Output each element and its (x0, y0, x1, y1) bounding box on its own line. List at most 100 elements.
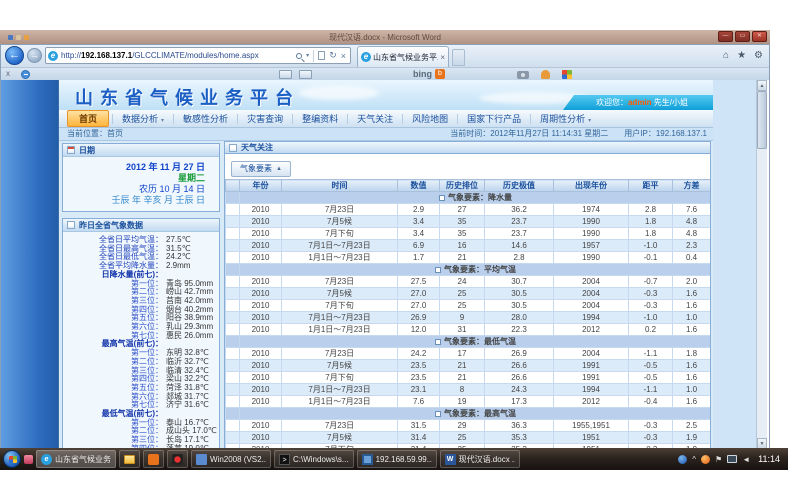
weather-stats-body: 全省日平均气温：27.5℃全省日最高气温：31.5℃全省日最低气温：24.2℃全… (63, 232, 219, 449)
card-icon[interactable] (279, 70, 292, 79)
expand-cell (226, 396, 240, 408)
circle-dash-icon[interactable] (21, 70, 30, 79)
cell: 2010 (240, 324, 282, 336)
tray-expand-icon[interactable]: ^ (692, 455, 696, 464)
pinned-app-icon[interactable] (24, 455, 33, 464)
tray-blue-icon[interactable] (678, 455, 687, 464)
taskbar-button-rdp[interactable]: 192.168.59.99... (357, 450, 437, 468)
group-expand-cell (226, 192, 240, 204)
system-tray: ^ ⚑ ◄ 11:14 (678, 454, 780, 464)
search-icon[interactable] (296, 53, 302, 59)
nav-item-8[interactable]: 周期性分析▾ (531, 112, 600, 125)
data-icon (67, 221, 75, 229)
forward-button[interactable]: → (27, 48, 42, 63)
favorites-star-icon[interactable]: ★ (737, 49, 746, 63)
column-header-0: 年份 (240, 180, 282, 192)
column-header-1: 时间 (282, 180, 398, 192)
group-row[interactable]: 气象要素：最高气温 (226, 408, 711, 420)
apps-grid-icon[interactable] (562, 70, 572, 79)
scroll-up-icon[interactable]: ▲ (757, 80, 767, 91)
firefox-icon[interactable] (701, 455, 710, 464)
group-row[interactable]: 气象要素：平均气温 (226, 264, 711, 276)
group-row[interactable]: 气象要素：最低气温 (226, 336, 711, 348)
nav-item-0[interactable]: 首页 (67, 110, 109, 127)
address-bar[interactable]: e http://192.168.137.1/GLCCLIMATE/module… (45, 47, 351, 64)
gregorian-date: 2012 年 11 月 27 日 (67, 162, 205, 173)
url-text[interactable]: http://192.168.137.1/GLCCLIMATE/modules/… (61, 51, 294, 60)
stop-icon[interactable]: × (341, 51, 346, 61)
cell: 1.0 (673, 384, 711, 396)
new-tab-button[interactable] (452, 49, 465, 66)
calendar-panel-header: 日期 (63, 144, 219, 157)
home-icon[interactable]: ⌂ (723, 49, 729, 63)
people-icon[interactable] (541, 70, 550, 79)
taskbar-button-media[interactable] (167, 450, 188, 468)
tab-close-icon[interactable]: × (440, 53, 445, 62)
taskbar-button-orange[interactable] (143, 450, 164, 468)
volume-icon[interactable]: ◄ (742, 455, 750, 464)
vertical-scrollbar[interactable]: ▲ ▼ (756, 80, 767, 449)
cell: 35 (440, 216, 485, 228)
cell: 26.9 (398, 312, 440, 324)
toolbar-close-icon[interactable]: x (6, 69, 10, 78)
scrollbar-thumb[interactable] (757, 91, 767, 149)
cell: 2012 (554, 324, 629, 336)
tools-gear-icon[interactable]: ⚙ (754, 49, 763, 63)
back-button[interactable]: ← (5, 46, 24, 65)
group-label-cell: 气象要素：平均气温 (240, 264, 711, 276)
expand-cell (226, 348, 240, 360)
cell: 8 (440, 384, 485, 396)
taskbar-button-win[interactable]: Win2008 (VS2... (191, 450, 271, 468)
weather-table: 年份时间数值历史排位历史极值出现年份距平方差 气象要素：降水量20107月23日… (225, 179, 711, 449)
start-button[interactable] (3, 450, 21, 468)
cell: 6.9 (398, 240, 440, 252)
cell: 7月下旬 (282, 372, 398, 384)
mail-icon[interactable] (299, 70, 312, 79)
expand-icon[interactable] (439, 195, 445, 201)
nav-item-5[interactable]: 天气关注 (348, 112, 402, 125)
table-row: 20107月1日～7月23日26.9928.01994-1.01.0 (226, 312, 711, 324)
taskbar-button-word[interactable]: W现代汉语.docx ... (440, 450, 520, 468)
taskbar-button-folder[interactable] (119, 450, 140, 468)
cell: 2.3 (673, 240, 711, 252)
chevron-down-icon[interactable]: ▾ (306, 52, 309, 59)
cell: 4.8 (673, 216, 711, 228)
nav-item-1[interactable]: 数据分析▾ (113, 112, 173, 125)
element-filter-button[interactable]: 气象要素 ▲ (231, 161, 291, 177)
cell: 23.5 (398, 372, 440, 384)
table-row: 20107月23日2.92736.219742.87.6 (226, 204, 711, 216)
nav-item-3[interactable]: 灾害查询 (238, 112, 292, 125)
nav-item-2[interactable]: 敏感性分析 (174, 112, 237, 125)
network-icon[interactable] (727, 455, 737, 463)
cell: -0.3 (629, 420, 673, 432)
taskbar-clock[interactable]: 11:14 (758, 454, 780, 464)
close-icon[interactable]: ✕ (752, 31, 767, 42)
group-expand-cell (226, 336, 240, 348)
bing-logo[interactable]: bing b (413, 69, 445, 79)
expand-icon[interactable] (435, 267, 441, 273)
nav-item-4[interactable]: 整编资料 (293, 112, 347, 125)
expand-icon[interactable] (435, 411, 441, 417)
expand-icon[interactable] (435, 339, 441, 345)
refresh-icon[interactable]: ↻ (329, 50, 337, 61)
camera-icon[interactable] (517, 71, 529, 79)
cell: 2.0 (673, 276, 711, 288)
maximize-icon[interactable]: ▭ (735, 31, 750, 42)
calendar-panel-title: 日期 (79, 145, 95, 156)
compatibility-view-icon[interactable] (318, 51, 325, 60)
nav-item-6[interactable]: 风险地图 (403, 112, 457, 125)
cell: 26.6 (485, 360, 554, 372)
browser-tab[interactable]: e 山东省气候业务平... × (357, 46, 449, 67)
group-label-cell: 气象要素：最低气温 (240, 336, 711, 348)
action-center-flag-icon[interactable]: ⚑ (715, 455, 722, 464)
cmd-icon: > (279, 454, 290, 465)
minimize-icon[interactable]: — (718, 31, 733, 42)
nav-item-7[interactable]: 国家下行产品 (458, 112, 530, 125)
group-row[interactable]: 气象要素：降水量 (226, 192, 711, 204)
cell: 1.6 (673, 360, 711, 372)
taskbar-buttons: e山东省气候业务平台 Win2008 (VS2...>C:\Windows\s..… (36, 450, 520, 468)
taskbar-button-ie[interactable]: e山东省气候业务平台 (36, 450, 116, 468)
webpage: 山东省气候业务平台 欢迎您：admin 先生/小姐 首页数据分析▾敏感性分析灾害… (58, 80, 713, 449)
taskbar-button-cmd[interactable]: >C:\Windows\s... (274, 450, 354, 468)
cell: -0.7 (629, 276, 673, 288)
